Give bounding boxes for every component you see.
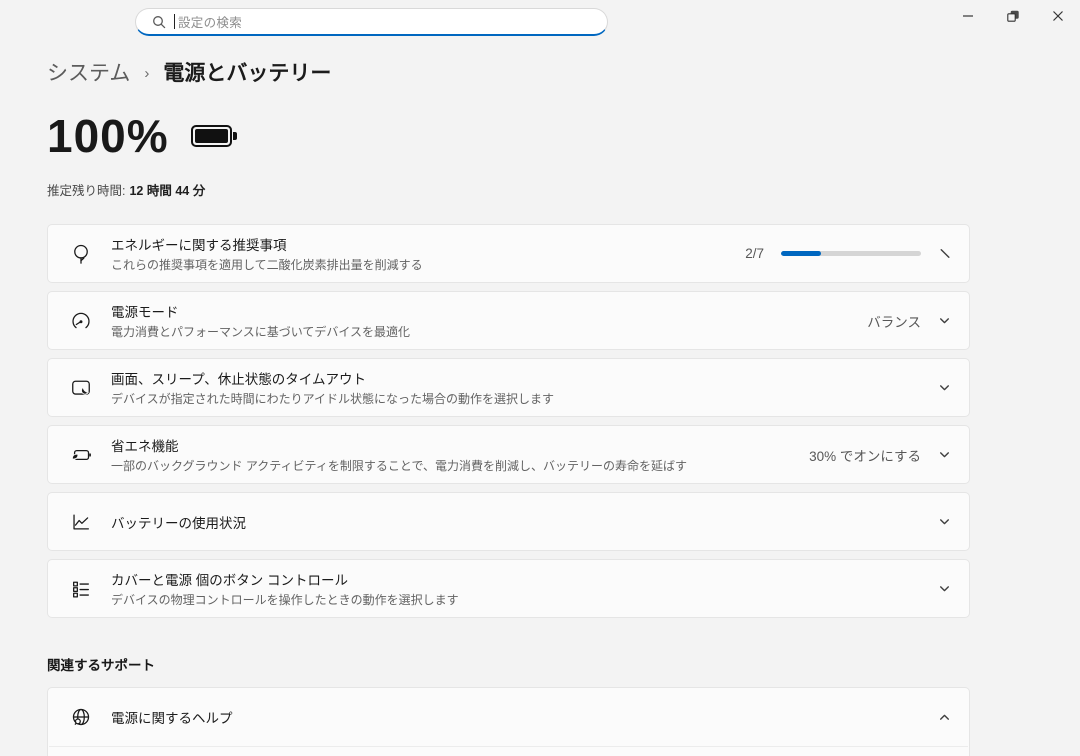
settings-row[interactable]: 省エネ機能一部のバックグラウンド アクティビティを制限することで、電力消費を削減… — [47, 425, 970, 484]
chevron-right-icon — [938, 247, 951, 260]
page-title: 電源とバッテリー — [163, 57, 331, 87]
row-value: バランス — [867, 311, 921, 331]
help-card-header[interactable]: 電源に関するヘルプ — [48, 688, 969, 746]
progress-bar-fill — [781, 251, 821, 256]
breadcrumb: システム › 電源とバッテリー — [47, 57, 1080, 87]
minimize-button[interactable] — [945, 0, 990, 31]
chevron-down-icon — [938, 448, 951, 461]
battery-percent: 100% — [47, 109, 169, 163]
battery-leaf-icon — [69, 444, 93, 466]
search-icon — [152, 15, 166, 29]
row-value: 30% でオンにする — [809, 445, 921, 465]
chevron-down-icon — [938, 314, 951, 327]
battery-estimate-value: 12 時間 44 分 — [129, 184, 205, 198]
row-title: 電源モード — [111, 301, 867, 321]
row-subtitle: 一部のバックグラウンド アクティビティを制限することで、電力消費を削減し、バッテ… — [111, 457, 809, 474]
cutoff-content — [48, 747, 969, 756]
search-placeholder: 設定の検索 — [178, 12, 242, 31]
battery-icon — [191, 125, 232, 147]
chevron-down-icon — [938, 515, 951, 528]
help-card[interactable]: 電源に関するヘルプ — [47, 687, 970, 756]
row-title: 画面、スリープ、休止状態のタイムアウト — [111, 368, 938, 388]
titlebar: 設定の検索 — [0, 0, 1080, 44]
battery-estimate-label: 推定残り時間: — [47, 184, 125, 198]
chevron-down-icon — [938, 381, 951, 394]
row-title: 省エネ機能 — [111, 435, 809, 455]
row-value: 2/7 — [745, 246, 764, 261]
settings-row[interactable]: 画面、スリープ、休止状態のタイムアウトデバイスが指定された時間にわたりアイドル状… — [47, 358, 970, 417]
settings-row[interactable]: バッテリーの使用状況 — [47, 492, 970, 551]
settings-window: { "colors": { "accent": "#0067c0", "page… — [0, 0, 1080, 756]
close-button[interactable] — [1035, 0, 1080, 31]
row-title: エネルギーに関する推奨事項 — [111, 234, 745, 254]
row-subtitle: これらの推奨事項を適用して二酸化炭素排出量を削減する — [111, 256, 745, 273]
help-card-title: 電源に関するヘルプ — [111, 707, 233, 727]
battery-estimate: 推定残り時間: 12 時間 44 分 — [47, 180, 1080, 199]
screen-sleep-icon — [69, 377, 93, 399]
chevron-down-icon — [938, 582, 951, 595]
related-support-heading: 関連するサポート — [47, 654, 1080, 674]
settings-row[interactable]: エネルギーに関する推奨事項これらの推奨事項を適用して二酸化炭素排出量を削減する2… — [47, 224, 970, 283]
row-subtitle: デバイスの物理コントロールを操作したときの動作を選択します — [111, 591, 938, 608]
page-content: システム › 電源とバッテリー 100% 推定残り時間: 12 時間 44 分 エ… — [0, 57, 1080, 756]
breadcrumb-separator-icon: › — [144, 63, 149, 82]
maximize-restore-button[interactable] — [990, 0, 1035, 31]
breadcrumb-system-link[interactable]: システム — [47, 57, 130, 87]
settings-row[interactable]: カバーと電源 個のボタン コントロールデバイスの物理コントロールを操作したときの… — [47, 559, 970, 618]
row-title: バッテリーの使用状況 — [111, 512, 938, 532]
settings-row[interactable]: 電源モード電力消費とパフォーマンスに基づいてデバイスを最適化バランス — [47, 291, 970, 350]
window-controls — [945, 0, 1080, 31]
globe-search-icon — [69, 706, 93, 728]
eco-tree-icon — [69, 243, 93, 265]
search-input[interactable]: 設定の検索 — [135, 8, 608, 36]
chevron-up-icon — [938, 711, 951, 724]
progress-bar — [781, 251, 921, 256]
line-chart-icon — [69, 511, 93, 533]
speedometer-icon — [69, 310, 93, 332]
battery-status: 100% — [47, 109, 1080, 163]
row-subtitle: 電力消費とパフォーマンスに基づいてデバイスを最適化 — [111, 323, 867, 340]
row-title: カバーと電源 個のボタン コントロール — [111, 569, 938, 589]
settings-list: エネルギーに関する推奨事項これらの推奨事項を適用して二酸化炭素排出量を削減する2… — [47, 224, 970, 618]
text-caret — [174, 14, 175, 29]
list-controls-icon — [69, 578, 93, 600]
row-subtitle: デバイスが指定された時間にわたりアイドル状態になった場合の動作を選択します — [111, 390, 938, 407]
